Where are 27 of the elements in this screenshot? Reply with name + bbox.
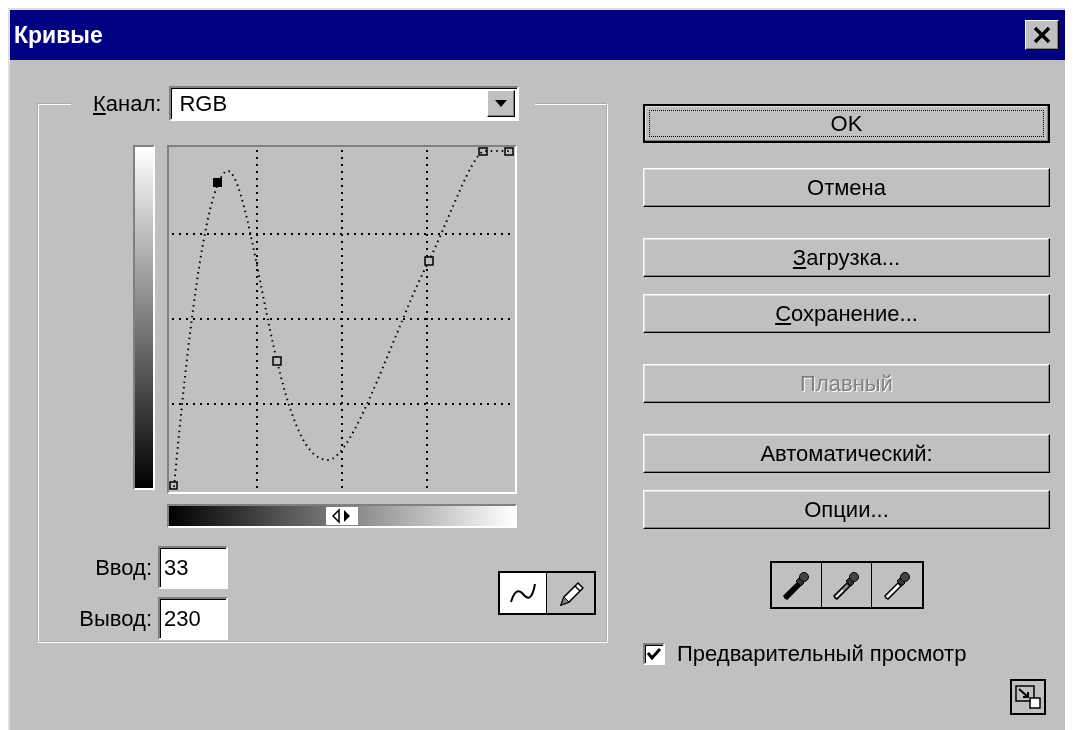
close-icon xyxy=(1033,26,1051,44)
close-button[interactable] xyxy=(1025,20,1059,50)
preview-checkbox[interactable]: Предварительный просмотр xyxy=(643,641,1050,667)
resize-icon xyxy=(1015,685,1041,709)
dialog-button[interactable]: Автоматический: xyxy=(643,434,1050,473)
eyedropper-icon xyxy=(881,569,912,601)
checkbox[interactable] xyxy=(643,643,665,665)
caret-icon xyxy=(495,100,508,107)
window-title: Кривые xyxy=(14,21,103,49)
eyedropper-icon xyxy=(831,569,861,601)
check-icon xyxy=(646,646,662,662)
dialog-button[interactable]: OK xyxy=(643,104,1050,143)
resize-button[interactable] xyxy=(1010,679,1046,715)
channel-label: Канал: xyxy=(93,90,162,117)
channel-dropdown[interactable]: RGB xyxy=(169,86,520,121)
dialog-button[interactable]: Опции... xyxy=(643,490,1050,529)
output-label: Вывод: xyxy=(78,605,152,632)
input-field[interactable]: 33 xyxy=(158,546,228,589)
eyedropper-icon xyxy=(781,569,811,601)
output-field[interactable]: 230 xyxy=(158,597,228,640)
gradient-toggle-icon[interactable] xyxy=(326,507,358,525)
dialog-button[interactable]: Загрузка... xyxy=(643,238,1050,277)
dialog-button[interactable]: Сохранение... xyxy=(643,294,1050,333)
dialog-button[interactable]: Отмена xyxy=(643,168,1050,207)
dropdown-arrow-button[interactable] xyxy=(487,90,516,117)
curve-tool-button[interactable] xyxy=(500,573,547,613)
input-label: Ввод: xyxy=(94,554,152,581)
